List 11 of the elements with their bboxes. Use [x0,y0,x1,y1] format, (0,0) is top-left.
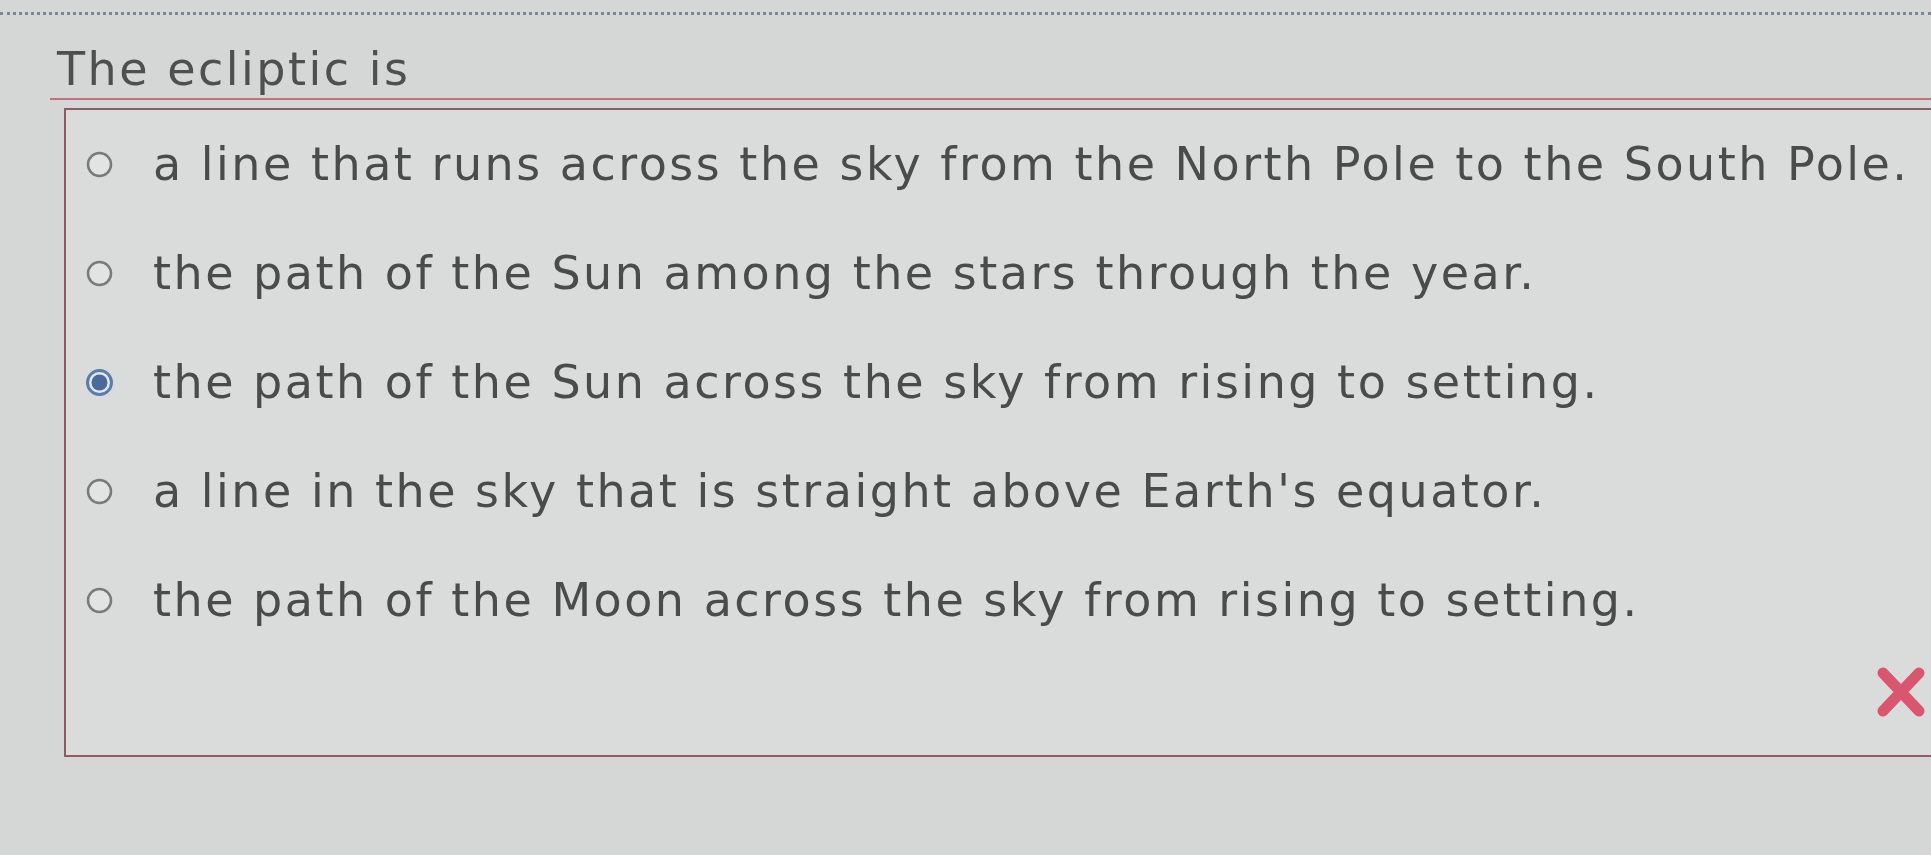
option-text[interactable]: the path of the Sun across the sky from rising to setting. [153,356,1600,409]
radio-button[interactable] [86,478,113,505]
radio-button[interactable] [86,587,113,614]
option-text[interactable]: the path of the Moon across the sky from rising to setting. [153,574,1640,627]
question-text: The ecliptic is [57,43,411,96]
option-text[interactable]: a line that runs across the sky from the North Pole to the South Pole. [153,138,1910,191]
option-text[interactable]: the path of the Sun among the stars through the year. [153,247,1537,300]
radio-button[interactable] [86,260,113,287]
radio-button[interactable] [86,369,113,396]
option-text[interactable]: a line in the sky that is straight above Earth's equator. [153,465,1547,518]
radio-button[interactable] [86,151,113,178]
